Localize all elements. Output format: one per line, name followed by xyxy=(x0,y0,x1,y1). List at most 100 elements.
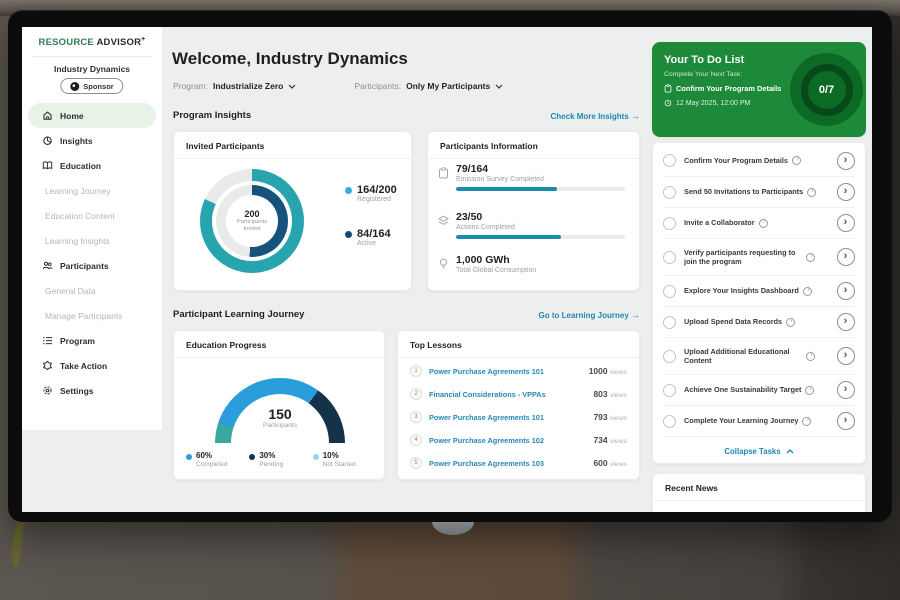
check-more-insights-link[interactable]: Check More Insights → xyxy=(442,111,640,121)
invited-participants-card: Invited Participants 200 Participants In… xyxy=(173,131,412,291)
app-logo: RESOURCE ADVISOR+ xyxy=(22,36,162,48)
info-icon[interactable] xyxy=(792,156,801,165)
todo-title: Your To Do List xyxy=(664,54,744,66)
sidebar-item-take-action[interactable]: Take Action xyxy=(28,353,156,378)
card-title: Invited Participants xyxy=(174,132,411,159)
info-icon[interactable] xyxy=(807,188,816,197)
lesson-views: 803 xyxy=(593,389,607,399)
metric-label: Emission Survey Completed xyxy=(456,176,625,183)
org-name: Industry Dynamics xyxy=(22,64,162,74)
lesson-row[interactable]: 1 Power Purchase Agreements 101 1000 vie… xyxy=(410,361,627,381)
page-title: Welcome, Industry Dynamics xyxy=(172,49,408,69)
sponsor-badge[interactable]: Sponsor xyxy=(60,78,123,94)
sidebar-item-education[interactable]: Education xyxy=(28,153,156,178)
info-icon[interactable] xyxy=(786,318,795,327)
sidebar-item-education-content[interactable]: Education Content xyxy=(22,203,162,228)
info-icon[interactable] xyxy=(806,253,815,262)
registered-active-donut-chart: 200 Participants Invited xyxy=(200,169,304,273)
task-label: Upload Spend Data Records xyxy=(684,317,782,326)
lesson-link[interactable]: Power Purchase Agreements 101 xyxy=(429,413,593,422)
lesson-link[interactable]: Power Purchase Agreements 102 xyxy=(429,436,593,445)
task-label: Explore Your Insights Dashboard xyxy=(684,286,799,295)
chevron-right-icon[interactable] xyxy=(837,152,855,170)
collapse-label: Collapse Tasks xyxy=(724,447,780,456)
go-to-learning-journey-link[interactable]: Go to Learning Journey → xyxy=(442,310,640,320)
metric-label: Actions Completed xyxy=(456,224,625,231)
card-title: Recent News xyxy=(653,474,865,501)
views-suffix: views xyxy=(610,438,627,445)
todo-item[interactable]: Upload Additional Educational Content xyxy=(663,337,855,374)
todo-datetime: 12 May 2025, 12:00 PM xyxy=(664,99,750,107)
lesson-rank: 1 xyxy=(410,365,422,377)
task-label: Complete Your Learning Journey xyxy=(684,416,798,425)
lesson-link[interactable]: Power Purchase Agreements 101 xyxy=(429,367,589,376)
legend-dot xyxy=(345,187,352,194)
views-suffix: views xyxy=(610,392,627,399)
info-icon[interactable] xyxy=(802,417,811,426)
participants-select[interactable]: Participants: Only My Participants xyxy=(354,81,503,91)
task-label: Confirm Your Program Details xyxy=(684,156,788,165)
todo-item[interactable]: Complete Your Learning Journey xyxy=(663,405,855,436)
chevron-right-icon[interactable] xyxy=(837,347,855,365)
todo-item[interactable]: Send 50 Invitations to Participants xyxy=(663,176,855,207)
todo-item[interactable]: Confirm Your Program Details xyxy=(663,145,855,176)
lesson-row[interactable]: 5 Power Purchase Agreements 103 600 view… xyxy=(410,453,627,473)
task-checkbox[interactable] xyxy=(663,415,676,428)
sidebar-item-manage-participants[interactable]: Manage Participants xyxy=(22,303,162,328)
progress-bar xyxy=(456,187,625,191)
task-checkbox[interactable] xyxy=(663,384,676,397)
task-checkbox[interactable] xyxy=(663,350,676,363)
donut-center-label: Participants xyxy=(237,219,267,226)
task-checkbox[interactable] xyxy=(663,154,676,167)
legend-dot xyxy=(313,454,319,460)
lesson-link[interactable]: Financial Considerations - VPPAs xyxy=(429,390,593,399)
collapse-tasks-link[interactable]: Collapse Tasks xyxy=(663,436,855,465)
gauge-center-label: Participants xyxy=(174,422,386,429)
chevron-right-icon[interactable] xyxy=(837,214,855,232)
sidebar-item-learning-insights[interactable]: Learning Insights xyxy=(22,228,162,253)
sidebar-item-learning-journey[interactable]: Learning Journey xyxy=(22,178,162,203)
todo-item[interactable]: Achieve One Sustainability Target xyxy=(663,374,855,405)
sidebar-item-label: Participants xyxy=(60,261,109,271)
logo-primary: RESOURCE xyxy=(39,37,94,48)
sidebar-item-program[interactable]: Program xyxy=(28,328,156,353)
sidebar-item-settings[interactable]: Settings xyxy=(28,378,156,403)
lesson-link[interactable]: Power Purchase Agreements 103 xyxy=(429,459,593,468)
sidebar-item-general-data[interactable]: General Data xyxy=(22,278,162,303)
lesson-row[interactable]: 3 Power Purchase Agreements 101 793 view… xyxy=(410,407,627,427)
chevron-right-icon[interactable] xyxy=(837,248,855,266)
task-label: Invite a Collaborator xyxy=(684,218,755,227)
lesson-row[interactable]: 4 Power Purchase Agreements 102 734 view… xyxy=(410,430,627,450)
lesson-row[interactable]: 2 Financial Considerations - VPPAs 803 v… xyxy=(410,384,627,404)
info-icon[interactable] xyxy=(806,352,815,361)
sidebar-item-insights[interactable]: Insights xyxy=(28,128,156,153)
metric-value: 23/50 xyxy=(456,212,625,224)
chevron-right-icon[interactable] xyxy=(837,381,855,399)
task-checkbox[interactable] xyxy=(663,251,676,264)
logo-plus: + xyxy=(141,36,145,43)
chevron-right-icon[interactable] xyxy=(837,282,855,300)
list-icon xyxy=(42,335,53,346)
chevron-right-icon[interactable] xyxy=(837,313,855,331)
chevron-right-icon[interactable] xyxy=(837,183,855,201)
todo-item[interactable]: Upload Spend Data Records xyxy=(663,306,855,337)
sidebar-item-home[interactable]: Home xyxy=(28,103,156,128)
task-checkbox[interactable] xyxy=(663,316,676,329)
task-checkbox[interactable] xyxy=(663,217,676,230)
gauge-legend: 60% Completed 30% Pending 10% Not Starte… xyxy=(186,451,378,468)
sidebar-item-participants[interactable]: Participants xyxy=(28,253,156,278)
legend-dot xyxy=(345,231,352,238)
todo-item[interactable]: Explore Your Insights Dashboard xyxy=(663,275,855,306)
info-icon[interactable] xyxy=(759,219,768,228)
todo-item[interactable]: Verify participants requesting to join t… xyxy=(663,238,855,275)
info-icon[interactable] xyxy=(805,386,814,395)
program-select[interactable]: Program: Industrialize Zero xyxy=(173,81,296,91)
todo-item[interactable]: Invite a Collaborator xyxy=(663,207,855,238)
task-checkbox[interactable] xyxy=(663,285,676,298)
task-checkbox[interactable] xyxy=(663,186,676,199)
info-icon[interactable] xyxy=(803,287,812,296)
chevron-right-icon[interactable] xyxy=(837,412,855,430)
clock-icon xyxy=(664,99,672,107)
recent-news-card: Recent News xyxy=(652,473,866,512)
action-icon xyxy=(42,360,53,371)
